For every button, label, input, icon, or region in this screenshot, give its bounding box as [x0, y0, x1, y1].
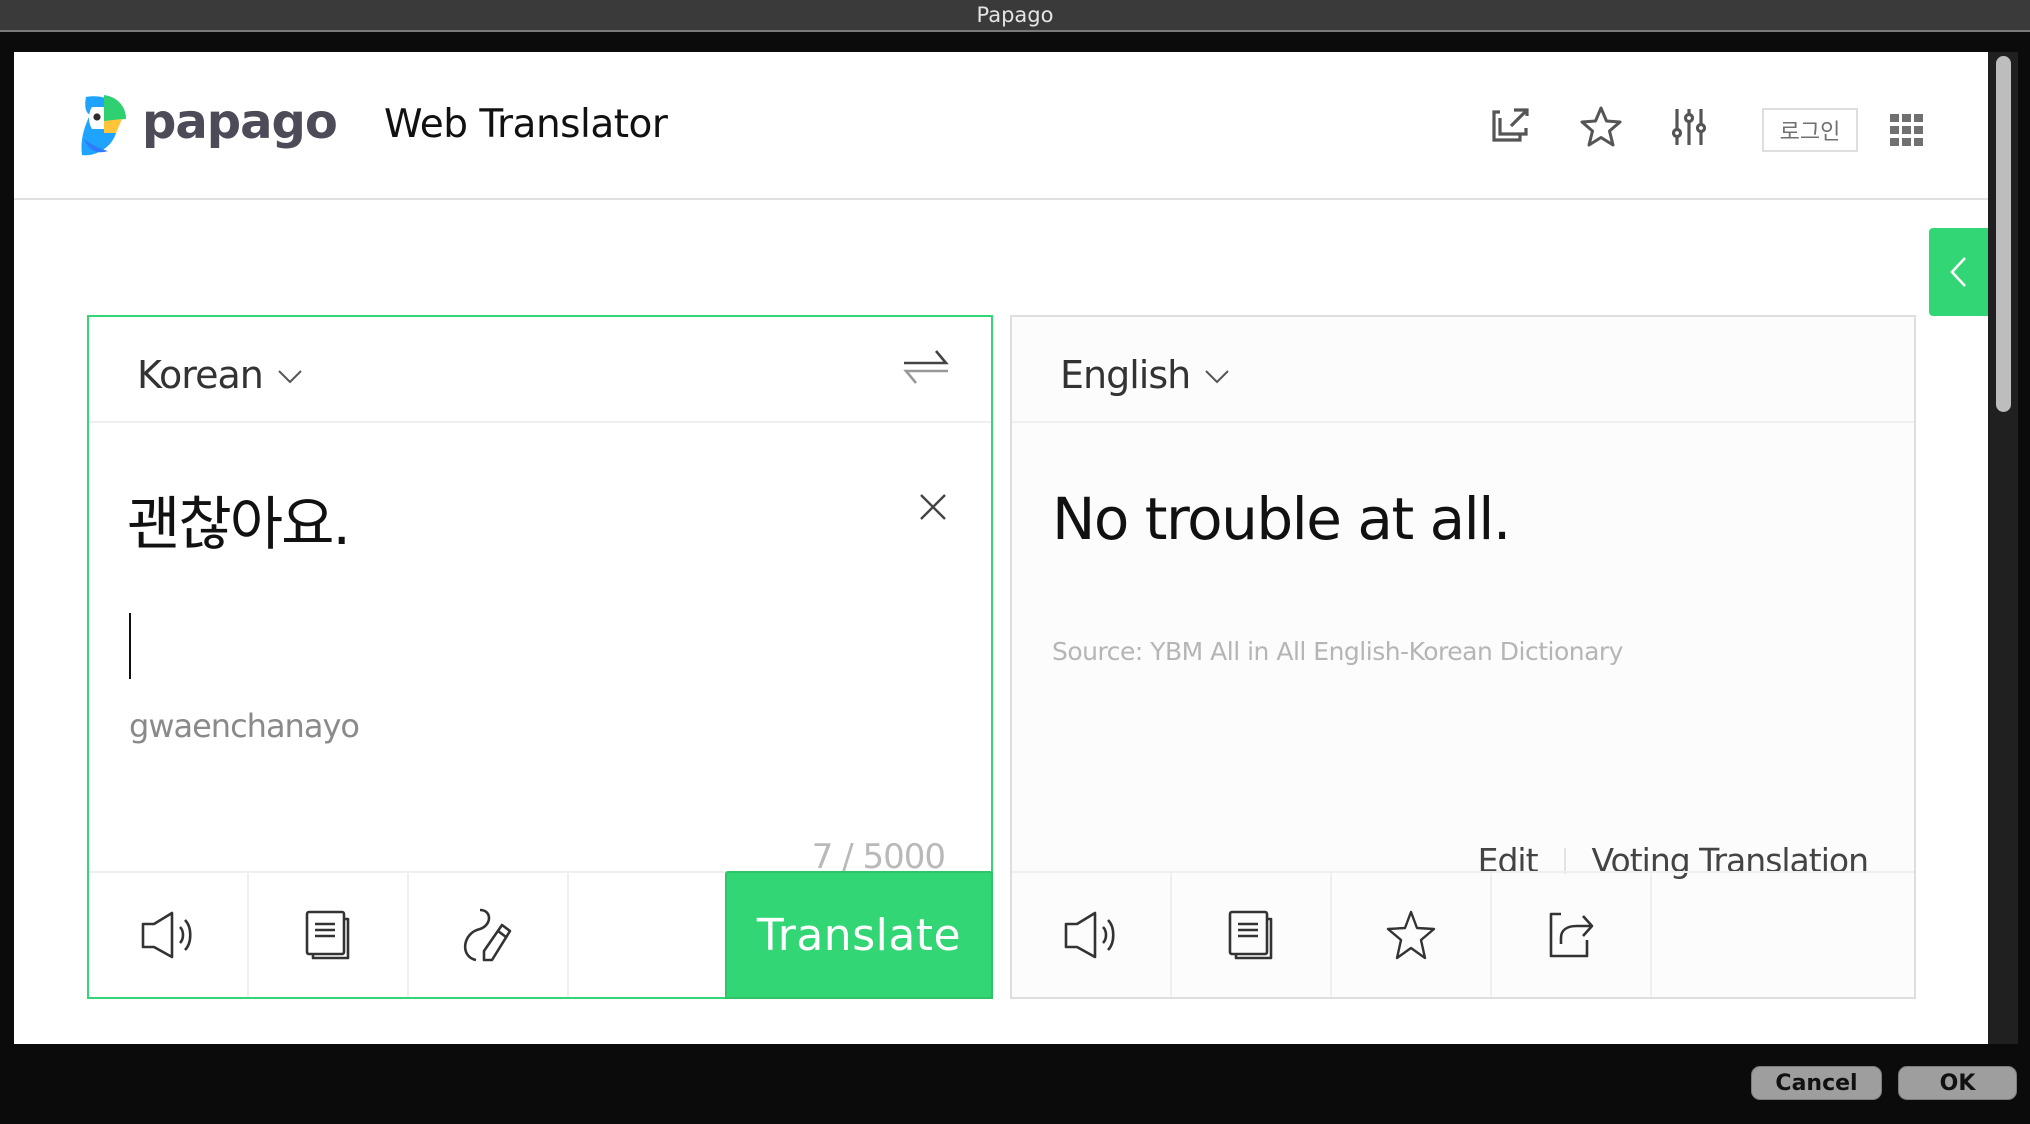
product-title: Web Translator [384, 102, 668, 147]
text-cursor [129, 613, 131, 679]
target-share-button[interactable] [1492, 873, 1652, 997]
login-button[interactable]: 로그인 [1762, 108, 1858, 152]
target-language-select[interactable]: English [1060, 353, 1230, 397]
site-header: papago Web Translator 로그인 [14, 52, 1988, 200]
target-copy-button[interactable] [1172, 873, 1332, 997]
chevron-down-icon [277, 369, 303, 385]
divider [1563, 847, 1566, 874]
parrot-logo-icon [78, 93, 128, 157]
apps-menu-button[interactable] [1882, 106, 1932, 156]
logo-text: papago [142, 94, 338, 150]
translation-output: No trouble at all. [1052, 485, 1511, 553]
share-icon [1547, 910, 1595, 960]
close-icon [919, 493, 947, 521]
settings-sliders-icon [1671, 107, 1707, 147]
source-language-bar: Korean [89, 317, 991, 423]
settings-button[interactable] [1664, 102, 1714, 152]
source-copy-button[interactable] [249, 873, 409, 997]
external-link-button[interactable] [1486, 102, 1536, 152]
swap-arrows-icon [902, 349, 950, 389]
source-listen-button[interactable] [89, 873, 249, 997]
star-icon [1385, 910, 1437, 960]
window-title: Papago [976, 3, 1054, 27]
speaker-icon [140, 910, 196, 960]
translate-button[interactable]: Translate [725, 871, 993, 999]
handwriting-icon [458, 907, 518, 963]
external-link-icon [1490, 106, 1532, 148]
papago-logo[interactable]: papago [78, 90, 338, 160]
target-listen-button[interactable] [1012, 873, 1172, 997]
target-favorite-button[interactable] [1332, 873, 1492, 997]
side-panel-toggle[interactable] [1929, 228, 1988, 316]
star-icon [1578, 105, 1624, 149]
copy-icon [1227, 909, 1275, 961]
target-language-bar: English [1012, 317, 1914, 423]
romanization-text: gwaenchanayo [129, 707, 360, 745]
swap-languages-button[interactable] [901, 347, 951, 391]
scrollbar-thumb[interactable] [1996, 56, 2011, 412]
ok-button[interactable]: OK [1898, 1066, 2017, 1100]
target-panel: English No trouble at all. Source: YBM A… [1010, 315, 1916, 999]
dictionary-source-note: Source: YBM All in All English-Korean Di… [1052, 637, 1623, 666]
source-panel: Korean 괜찮아요. gwaenchanayo 7 / 5000 Trans… [87, 315, 993, 999]
source-text-input[interactable]: 괜찮아요. [127, 477, 351, 561]
copy-icon [304, 909, 352, 961]
chevron-down-icon [1204, 369, 1230, 385]
source-language-select[interactable]: Korean [137, 353, 303, 397]
window-titlebar: Papago [0, 0, 2030, 32]
vertical-scrollbar[interactable] [1988, 52, 2018, 1044]
apps-grid-icon [1890, 114, 1924, 148]
cancel-button[interactable]: Cancel [1751, 1066, 1882, 1100]
clear-text-button[interactable] [913, 487, 953, 527]
handwriting-button[interactable] [409, 873, 569, 997]
source-language-label: Korean [137, 353, 264, 397]
papago-page: papago Web Translator 로그인 Korean 괜찮아요. g… [14, 52, 1988, 1044]
target-language-label: English [1060, 353, 1191, 397]
favorites-button[interactable] [1576, 102, 1626, 152]
target-toolbar [1012, 871, 1914, 997]
chevron-left-icon [1949, 256, 1969, 288]
speaker-icon [1063, 910, 1119, 960]
